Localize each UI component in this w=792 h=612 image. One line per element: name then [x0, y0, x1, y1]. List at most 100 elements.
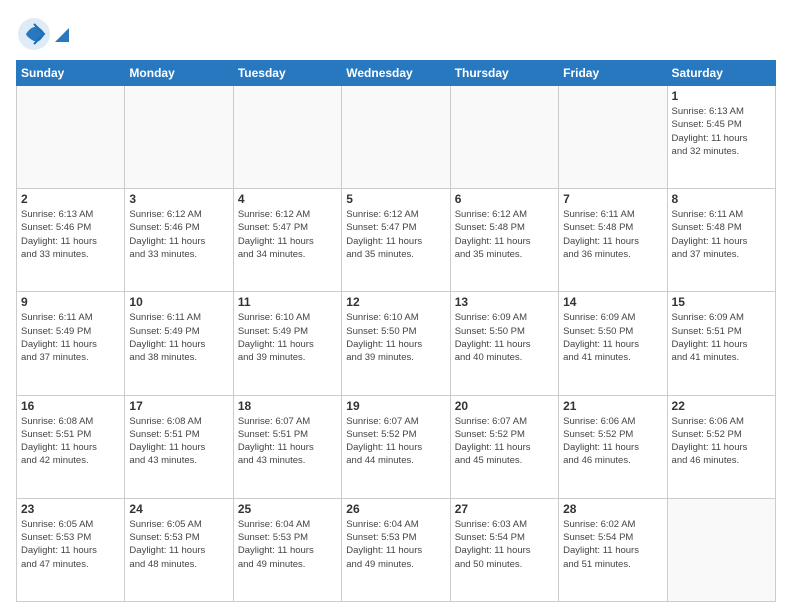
day-number: 15: [672, 295, 771, 309]
day-info: Sunrise: 6:11 AM Sunset: 5:49 PM Dayligh…: [21, 311, 120, 364]
day-info: Sunrise: 6:03 AM Sunset: 5:54 PM Dayligh…: [455, 518, 554, 571]
day-info: Sunrise: 6:04 AM Sunset: 5:53 PM Dayligh…: [238, 518, 337, 571]
calendar-cell-w4d4: 27 Sunrise: 6:03 AM Sunset: 5:54 PM Dayli…: [450, 498, 558, 601]
day-number: 22: [672, 399, 771, 413]
weekday-header-saturday: Saturday: [667, 61, 775, 86]
day-number: 27: [455, 502, 554, 516]
calendar-week-2: 9Sunrise: 6:11 AM Sunset: 5:49 PM Daylig…: [17, 292, 776, 395]
day-info: Sunrise: 6:06 AM Sunset: 5:52 PM Dayligh…: [563, 415, 662, 468]
calendar-cell-w0d5: [559, 86, 667, 189]
calendar-cell-w4d0: 23 Sunrise: 6:05 AM Sunset: 5:53 PM Dayli…: [17, 498, 125, 601]
day-number: 20: [455, 399, 554, 413]
day-number: 1: [672, 89, 771, 103]
weekday-header-friday: Friday: [559, 61, 667, 86]
calendar-cell-w2d5: 14 Sunrise: 6:09 AM Sunset: 5:50 PM Dayli…: [559, 292, 667, 395]
calendar-cell-w0d3: [342, 86, 450, 189]
day-number: 6: [455, 192, 554, 206]
day-info: Sunrise: 6:09 AM Sunset: 5:51 PM Dayligh…: [672, 311, 771, 364]
calendar-cell-w3d2: 18Sunrise: 6:07 AM Sunset: 5:51 PM Dayli…: [233, 395, 341, 498]
day-number: 3: [129, 192, 228, 206]
calendar-cell-w0d1: [125, 86, 233, 189]
logo-triangle: [55, 28, 69, 42]
calendar-week-1: 2 Sunrise: 6:13 AM Sunset: 5:46 PM Daylig…: [17, 189, 776, 292]
day-info: Sunrise: 6:13 AM Sunset: 5:46 PM Dayligh…: [21, 208, 120, 261]
calendar-cell-w3d6: 22 Sunrise: 6:06 AM Sunset: 5:52 PM Dayli…: [667, 395, 775, 498]
day-number: 26: [346, 502, 445, 516]
page-header: [16, 16, 776, 52]
day-number: 19: [346, 399, 445, 413]
day-info: Sunrise: 6:02 AM Sunset: 5:54 PM Dayligh…: [563, 518, 662, 571]
calendar-cell-w4d3: 26 Sunrise: 6:04 AM Sunset: 5:53 PM Dayli…: [342, 498, 450, 601]
day-number: 12: [346, 295, 445, 309]
calendar-week-3: 16 Sunrise: 6:08 AM Sunset: 5:51 PM Dayli…: [17, 395, 776, 498]
day-number: 11: [238, 295, 337, 309]
weekday-header-row: SundayMondayTuesdayWednesdayThursdayFrid…: [17, 61, 776, 86]
day-info: Sunrise: 6:05 AM Sunset: 5:53 PM Dayligh…: [21, 518, 120, 571]
calendar-cell-w0d0: [17, 86, 125, 189]
day-info: Sunrise: 6:09 AM Sunset: 5:50 PM Dayligh…: [563, 311, 662, 364]
calendar-cell-w0d6: 1 Sunrise: 6:13 AM Sunset: 5:45 PM Daylig…: [667, 86, 775, 189]
day-number: 24: [129, 502, 228, 516]
calendar-cell-w4d1: 24 Sunrise: 6:05 AM Sunset: 5:53 PM Dayli…: [125, 498, 233, 601]
day-number: 5: [346, 192, 445, 206]
calendar-cell-w1d6: 8 Sunrise: 6:11 AM Sunset: 5:48 PM Daylig…: [667, 189, 775, 292]
day-number: 7: [563, 192, 662, 206]
weekday-header-sunday: Sunday: [17, 61, 125, 86]
day-info: Sunrise: 6:08 AM Sunset: 5:51 PM Dayligh…: [129, 415, 228, 468]
weekday-header-monday: Monday: [125, 61, 233, 86]
day-number: 8: [672, 192, 771, 206]
logo-icon: [16, 16, 52, 52]
calendar-cell-w2d6: 15 Sunrise: 6:09 AM Sunset: 5:51 PM Dayli…: [667, 292, 775, 395]
calendar-cell-w1d1: 3 Sunrise: 6:12 AM Sunset: 5:46 PM Daylig…: [125, 189, 233, 292]
day-info: Sunrise: 6:10 AM Sunset: 5:49 PM Dayligh…: [238, 311, 337, 364]
day-number: 17: [129, 399, 228, 413]
calendar-cell-w2d3: 12Sunrise: 6:10 AM Sunset: 5:50 PM Dayli…: [342, 292, 450, 395]
day-info: Sunrise: 6:07 AM Sunset: 5:51 PM Dayligh…: [238, 415, 337, 468]
weekday-header-tuesday: Tuesday: [233, 61, 341, 86]
day-number: 2: [21, 192, 120, 206]
day-info: Sunrise: 6:07 AM Sunset: 5:52 PM Dayligh…: [455, 415, 554, 468]
day-info: Sunrise: 6:12 AM Sunset: 5:47 PM Dayligh…: [346, 208, 445, 261]
calendar-cell-w3d3: 19 Sunrise: 6:07 AM Sunset: 5:52 PM Dayli…: [342, 395, 450, 498]
calendar-cell-w2d4: 13Sunrise: 6:09 AM Sunset: 5:50 PM Dayli…: [450, 292, 558, 395]
day-info: Sunrise: 6:11 AM Sunset: 5:48 PM Dayligh…: [563, 208, 662, 261]
calendar-cell-w2d1: 10 Sunrise: 6:11 AM Sunset: 5:49 PM Dayli…: [125, 292, 233, 395]
calendar-cell-w3d1: 17 Sunrise: 6:08 AM Sunset: 5:51 PM Dayli…: [125, 395, 233, 498]
day-info: Sunrise: 6:04 AM Sunset: 5:53 PM Dayligh…: [346, 518, 445, 571]
day-info: Sunrise: 6:05 AM Sunset: 5:53 PM Dayligh…: [129, 518, 228, 571]
day-number: 23: [21, 502, 120, 516]
day-number: 14: [563, 295, 662, 309]
calendar-week-0: 1 Sunrise: 6:13 AM Sunset: 5:45 PM Daylig…: [17, 86, 776, 189]
weekday-header-wednesday: Wednesday: [342, 61, 450, 86]
day-info: Sunrise: 6:06 AM Sunset: 5:52 PM Dayligh…: [672, 415, 771, 468]
logo: [16, 16, 69, 52]
day-number: 28: [563, 502, 662, 516]
calendar-cell-w0d4: [450, 86, 558, 189]
weekday-header-thursday: Thursday: [450, 61, 558, 86]
day-info: Sunrise: 6:07 AM Sunset: 5:52 PM Dayligh…: [346, 415, 445, 468]
calendar-cell-w0d2: [233, 86, 341, 189]
day-number: 21: [563, 399, 662, 413]
calendar-cell-w1d2: 4 Sunrise: 6:12 AM Sunset: 5:47 PM Daylig…: [233, 189, 341, 292]
day-info: Sunrise: 6:11 AM Sunset: 5:48 PM Dayligh…: [672, 208, 771, 261]
day-info: Sunrise: 6:12 AM Sunset: 5:48 PM Dayligh…: [455, 208, 554, 261]
calendar-cell-w1d4: 6 Sunrise: 6:12 AM Sunset: 5:48 PM Daylig…: [450, 189, 558, 292]
day-info: Sunrise: 6:12 AM Sunset: 5:47 PM Dayligh…: [238, 208, 337, 261]
day-info: Sunrise: 6:11 AM Sunset: 5:49 PM Dayligh…: [129, 311, 228, 364]
day-number: 25: [238, 502, 337, 516]
calendar-cell-w2d2: 11 Sunrise: 6:10 AM Sunset: 5:49 PM Dayli…: [233, 292, 341, 395]
calendar-week-4: 23 Sunrise: 6:05 AM Sunset: 5:53 PM Dayli…: [17, 498, 776, 601]
day-info: Sunrise: 6:12 AM Sunset: 5:46 PM Dayligh…: [129, 208, 228, 261]
calendar-cell-w3d0: 16 Sunrise: 6:08 AM Sunset: 5:51 PM Dayli…: [17, 395, 125, 498]
calendar-table: SundayMondayTuesdayWednesdayThursdayFrid…: [16, 60, 776, 602]
calendar-cell-w3d5: 21 Sunrise: 6:06 AM Sunset: 5:52 PM Dayli…: [559, 395, 667, 498]
calendar-cell-w4d2: 25 Sunrise: 6:04 AM Sunset: 5:53 PM Dayli…: [233, 498, 341, 601]
day-info: Sunrise: 6:08 AM Sunset: 5:51 PM Dayligh…: [21, 415, 120, 468]
day-number: 10: [129, 295, 228, 309]
calendar-cell-w2d0: 9Sunrise: 6:11 AM Sunset: 5:49 PM Daylig…: [17, 292, 125, 395]
day-number: 4: [238, 192, 337, 206]
day-info: Sunrise: 6:13 AM Sunset: 5:45 PM Dayligh…: [672, 105, 771, 158]
calendar-cell-w4d5: 28 Sunrise: 6:02 AM Sunset: 5:54 PM Dayli…: [559, 498, 667, 601]
day-number: 16: [21, 399, 120, 413]
calendar-cell-w1d3: 5 Sunrise: 6:12 AM Sunset: 5:47 PM Daylig…: [342, 189, 450, 292]
